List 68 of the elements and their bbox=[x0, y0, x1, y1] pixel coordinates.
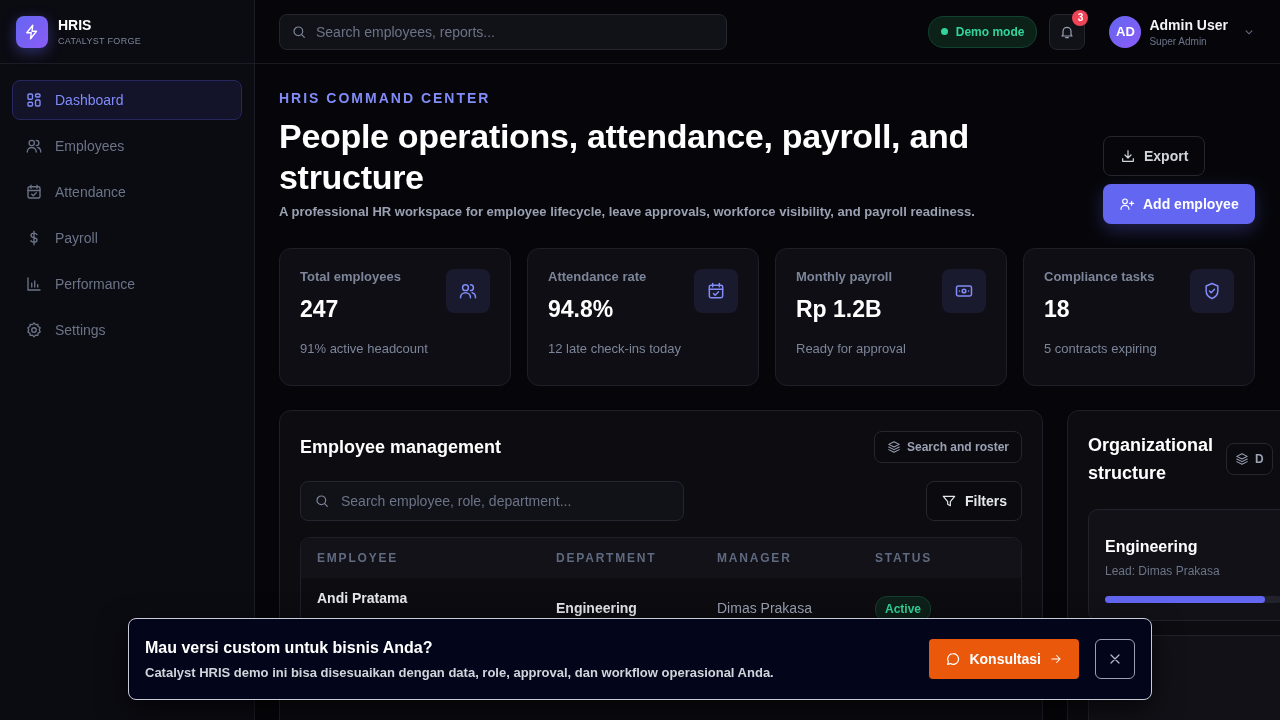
column-header: STATUS bbox=[875, 551, 934, 565]
calendar-icon bbox=[706, 281, 726, 301]
department-name: Engineering bbox=[1105, 538, 1199, 556]
employee-name: Andi Pratama bbox=[317, 590, 409, 606]
brand-subtitle: CATALYST FORGE bbox=[58, 36, 142, 46]
stat-value: 94.8% bbox=[548, 296, 615, 323]
bar-chart-icon bbox=[25, 275, 43, 293]
close-button[interactable] bbox=[1095, 639, 1135, 679]
shield-icon bbox=[1202, 281, 1222, 301]
stat-label: Compliance tasks bbox=[1044, 269, 1156, 284]
stat-label: Total employees bbox=[300, 269, 402, 284]
sidebar-item[interactable]: Settings bbox=[12, 310, 242, 350]
add-employee-button[interactable]: Add employee bbox=[1103, 184, 1255, 224]
sidebar-item[interactable]: Attendance bbox=[12, 172, 242, 212]
column-header: MANAGER bbox=[717, 551, 793, 565]
stat-label: Attendance rate bbox=[548, 269, 648, 284]
people-icon bbox=[458, 281, 478, 301]
chat-bubble-icon bbox=[945, 651, 962, 667]
column-header: EMPLOYEE bbox=[317, 551, 400, 565]
notification-count: 3 bbox=[1072, 9, 1089, 26]
user-name: Admin User bbox=[1149, 16, 1228, 33]
column-header: DEPARTMENT bbox=[556, 551, 658, 565]
banner-text: Catalyst HRIS demo ini bisa disesuaikan dengan data, role, approval, dan workflow operasional Anda. bbox=[145, 664, 775, 680]
download-icon bbox=[1120, 148, 1136, 164]
employee-search-field[interactable]: Search employee, role, department... bbox=[300, 481, 684, 521]
stat-label: Monthly payroll bbox=[796, 269, 894, 284]
panel-title: Employee management bbox=[300, 436, 502, 458]
stat-note: 12 late check-ins today bbox=[548, 341, 682, 356]
arrow-right-icon bbox=[1049, 652, 1063, 666]
stat-note: 5 contracts expiring bbox=[1044, 341, 1158, 356]
settings-icon bbox=[25, 321, 43, 339]
stat-value: Rp 1.2B bbox=[796, 296, 883, 323]
notifications-button[interactable]: 3 bbox=[1049, 13, 1086, 50]
layers-icon bbox=[886, 440, 901, 454]
user-avatar: AD bbox=[1109, 15, 1142, 48]
user-role: Super Admin bbox=[1149, 35, 1208, 47]
stat-note: 91% active headcount bbox=[300, 341, 429, 356]
demo-mode-badge: Demo mode bbox=[927, 15, 1038, 48]
eyebrow-label: HRIS COMMAND CENTER bbox=[279, 90, 492, 106]
section-tag: Search and roster bbox=[873, 431, 1022, 463]
page-subtitle: A professional HR workspace for employee lifecycle, leave approvals, workforce visibility, and payroll readiness. bbox=[279, 204, 976, 219]
sidebar-item[interactable]: Performance bbox=[12, 264, 242, 304]
search-icon bbox=[291, 23, 307, 40]
sidebar-item[interactable]: Employees bbox=[12, 126, 242, 166]
sidebar-item[interactable]: Dashboard bbox=[12, 80, 242, 120]
filter-icon bbox=[941, 493, 957, 509]
user-plus-icon bbox=[1119, 196, 1135, 212]
section-tag: D bbox=[1226, 443, 1273, 475]
dashboard-icon bbox=[25, 91, 43, 109]
filters-button[interactable]: Filters bbox=[926, 481, 1022, 521]
stat-value: 247 bbox=[300, 296, 340, 323]
people-icon bbox=[25, 137, 43, 155]
sidebar-item[interactable]: Payroll bbox=[12, 218, 242, 258]
search-icon bbox=[314, 493, 330, 509]
department-lead: Lead: Dimas Prakasa bbox=[1105, 564, 1221, 578]
export-button[interactable]: Export bbox=[1103, 136, 1206, 176]
banner-title: Mau versi custom untuk bisnis Anda? bbox=[145, 638, 434, 657]
table-cell-text: Dimas Prakasa bbox=[717, 599, 813, 616]
stat-value: 18 bbox=[1044, 296, 1071, 323]
stat-note: Ready for approval bbox=[796, 341, 907, 356]
search-field[interactable]: Search employees, reports... bbox=[279, 13, 727, 50]
panel-title: Organizational structure bbox=[1088, 434, 1214, 485]
consult-button[interactable]: Konsultasi bbox=[929, 639, 1079, 679]
calendar-icon bbox=[25, 183, 43, 201]
layers-icon bbox=[1235, 452, 1249, 466]
table-cell-text: Engineering bbox=[556, 599, 638, 616]
page-title: People operations, attendance, payroll, and structure bbox=[279, 116, 970, 198]
brand-name: HRIS bbox=[58, 17, 93, 33]
